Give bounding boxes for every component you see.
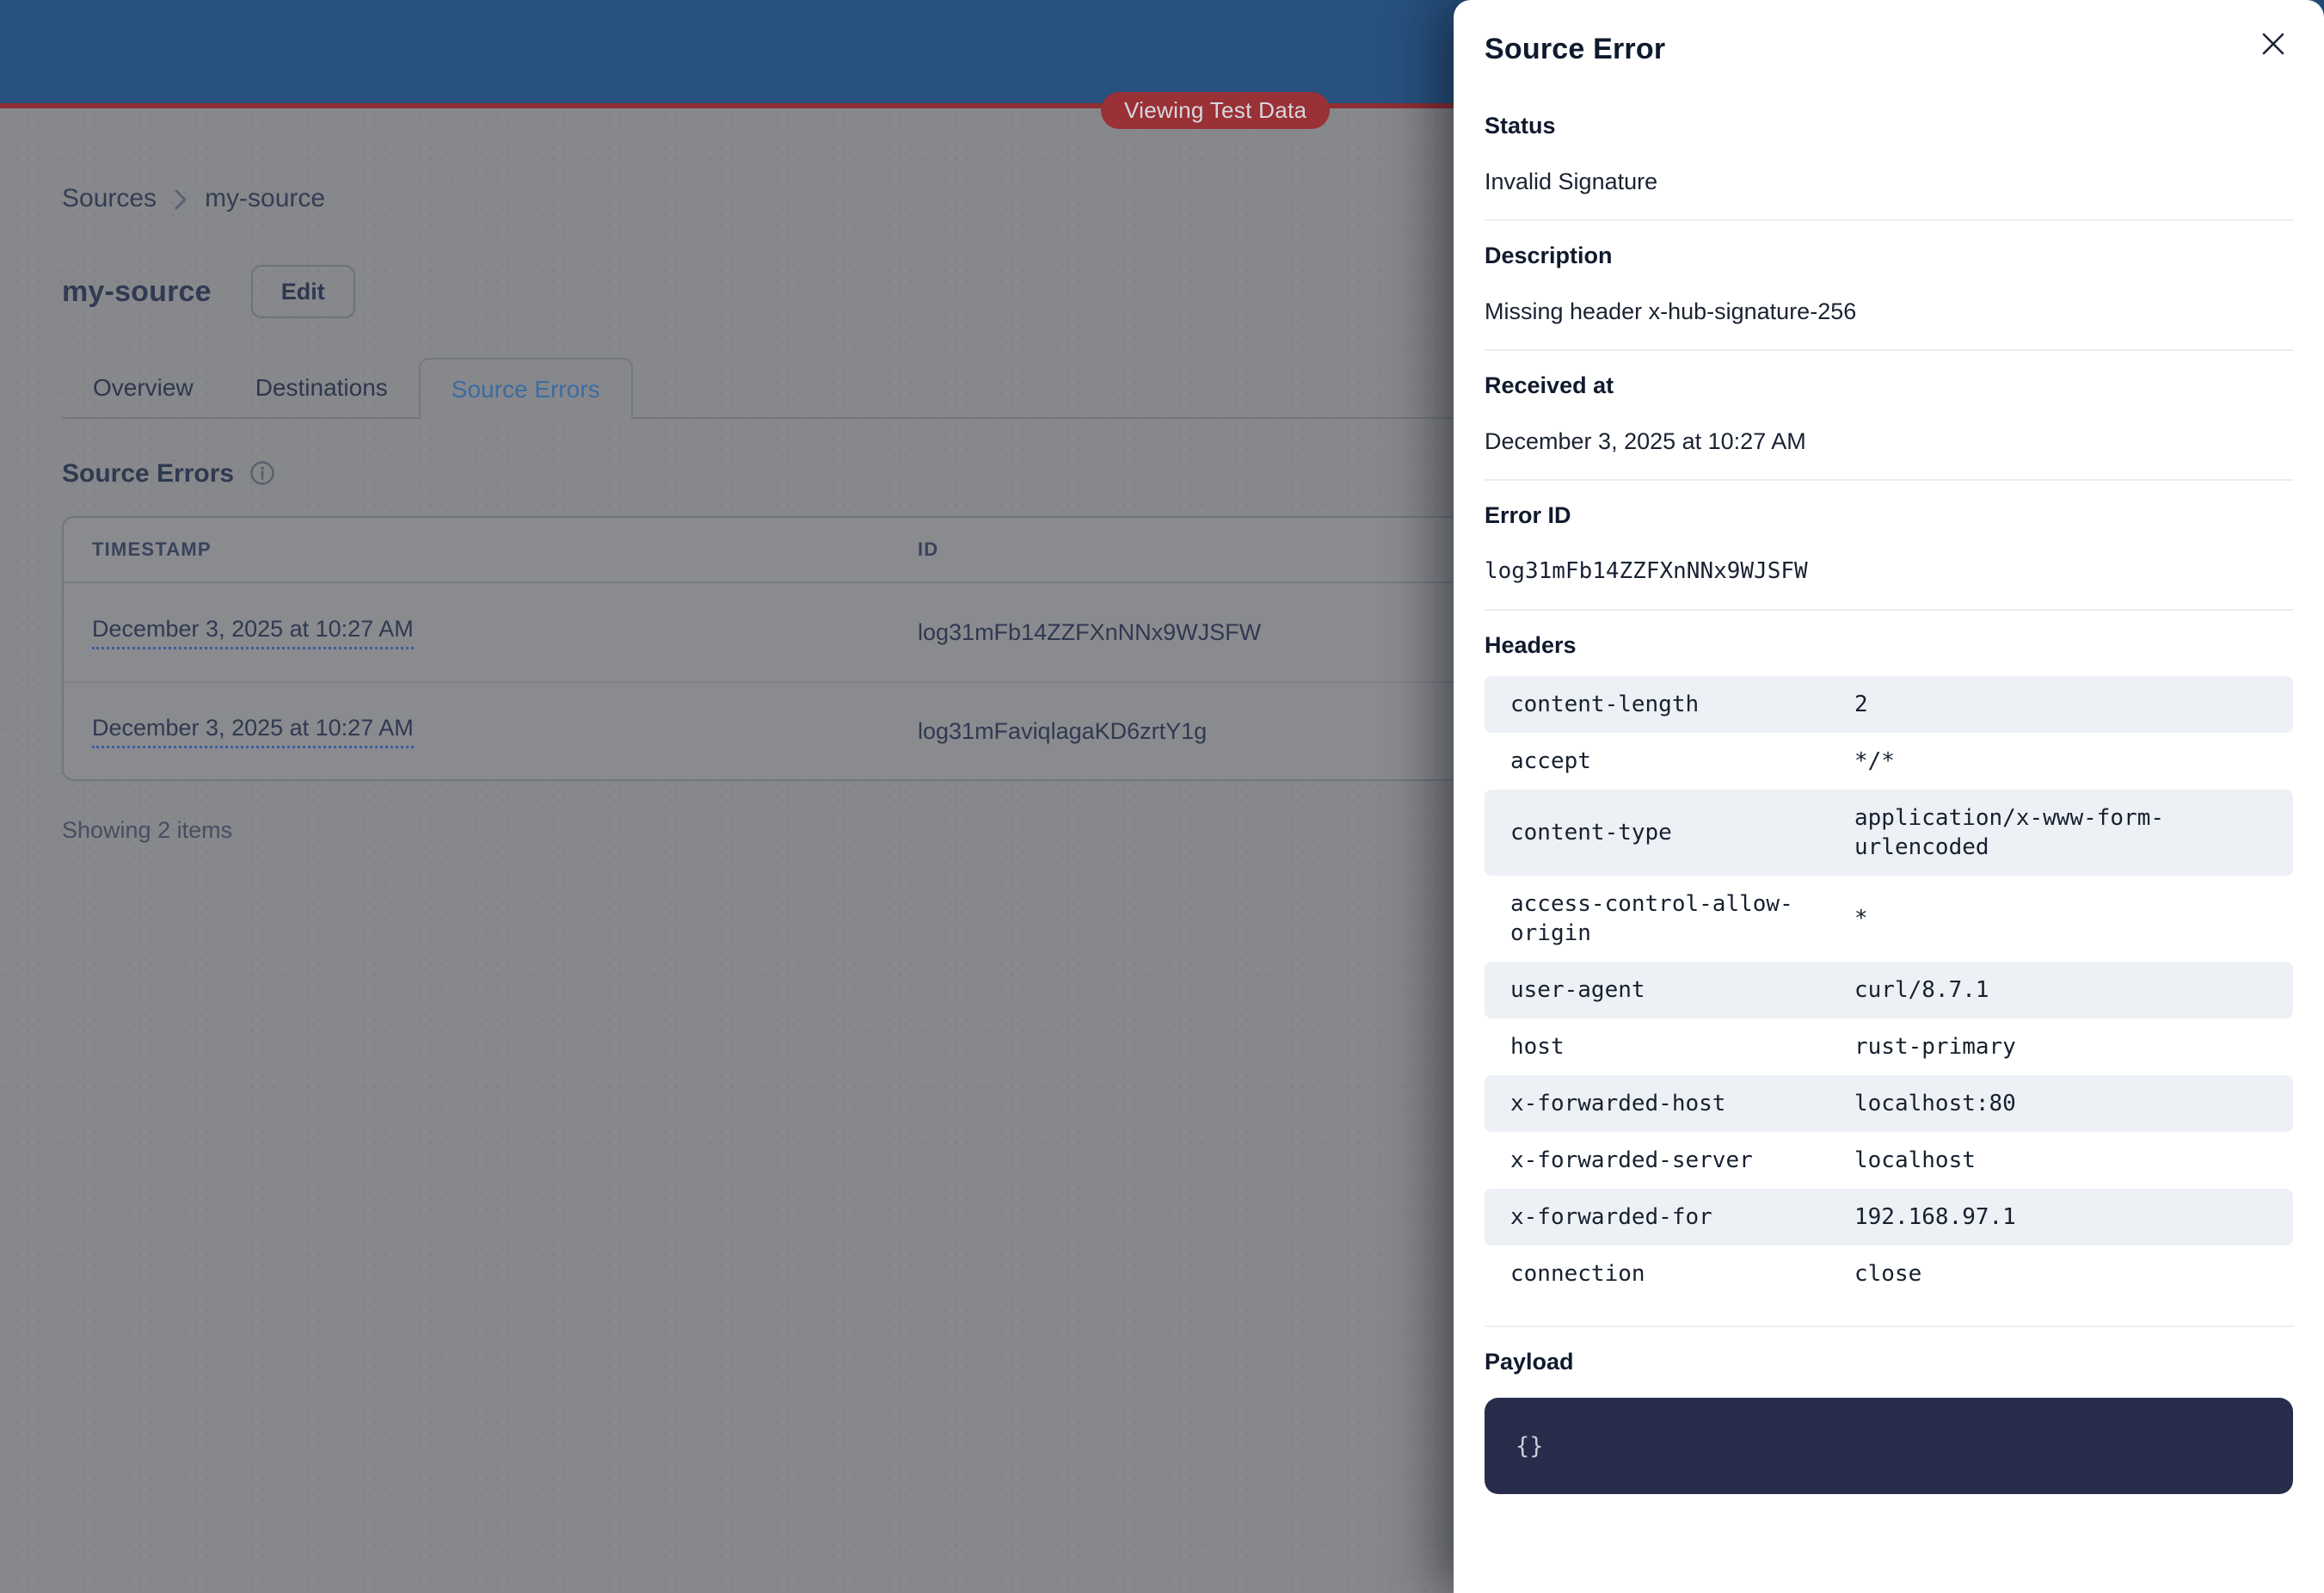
- header-value: curl/8.7.1: [1854, 975, 2267, 1005]
- breadcrumb-current: my-source: [205, 184, 325, 213]
- header-value: */*: [1854, 747, 2267, 776]
- status-value: Invalid Signature: [1485, 167, 2293, 196]
- breadcrumb-separator-icon: [174, 188, 188, 212]
- tab-bar: Overview Destinations Source Errors: [62, 358, 1455, 419]
- headers-label: Headers: [1485, 632, 2293, 659]
- payload-label: Payload: [1485, 1349, 2293, 1375]
- test-data-badge: Viewing Test Data: [1101, 92, 1330, 129]
- payload-value: {}: [1516, 1433, 1544, 1460]
- header-key: host: [1510, 1032, 1854, 1061]
- header-key: connection: [1510, 1259, 1854, 1289]
- description-section: Description Missing header x-hub-signatu…: [1485, 243, 2293, 326]
- header-key: x-forwarded-server: [1510, 1146, 1854, 1175]
- status-section: Status Invalid Signature: [1485, 113, 2293, 196]
- header-value: 2: [1854, 690, 2267, 719]
- received-at-section: Received at December 3, 2025 at 10:27 AM: [1485, 372, 2293, 456]
- header-row: x-forwarded-for 192.168.97.1: [1485, 1189, 2293, 1245]
- error-id-section: Error ID log31mFb14ZZFXnNNx9WJSFW: [1485, 502, 2293, 586]
- header-row: content-length 2: [1485, 676, 2293, 733]
- source-errors-table: TIMESTAMP ID December 3, 2025 at 10:27 A…: [62, 516, 1462, 781]
- header-value: localhost: [1854, 1146, 2267, 1175]
- error-id-label: Error ID: [1485, 502, 2293, 529]
- section-title: Source Errors: [62, 459, 234, 489]
- header-row: host rust-primary: [1485, 1018, 2293, 1075]
- table-header-row: TIMESTAMP ID: [64, 518, 1460, 583]
- column-header-id: ID: [918, 538, 1460, 561]
- divider: [1485, 219, 2293, 221]
- divider: [1485, 479, 2293, 481]
- timestamp-link[interactable]: December 3, 2025 at 10:27 AM: [92, 715, 414, 748]
- header-key: content-length: [1510, 690, 1854, 719]
- header-key: x-forwarded-for: [1510, 1202, 1854, 1232]
- header-key: access-control-allow-origin: [1510, 889, 1854, 948]
- header-row: user-agent curl/8.7.1: [1485, 962, 2293, 1018]
- received-at-value: December 3, 2025 at 10:27 AM: [1485, 427, 2293, 456]
- column-header-timestamp: TIMESTAMP: [92, 538, 918, 561]
- tab-source-errors[interactable]: Source Errors: [419, 358, 633, 419]
- edit-button[interactable]: Edit: [251, 265, 355, 318]
- headers-section: Headers content-length 2 accept */* cont…: [1485, 632, 2293, 1302]
- info-icon[interactable]: [249, 460, 275, 490]
- header-row: x-forwarded-host localhost:80: [1485, 1075, 2293, 1132]
- status-label: Status: [1485, 113, 2293, 139]
- page-title: my-source: [62, 275, 212, 309]
- header-row: content-type application/x-www-form-urle…: [1485, 790, 2293, 876]
- error-id-cell: log31mFaviqlagaKD6zrtY1g: [918, 718, 1460, 745]
- description-value: Missing header x-hub-signature-256: [1485, 297, 2293, 326]
- divider: [1485, 609, 2293, 611]
- received-at-label: Received at: [1485, 372, 2293, 399]
- tab-overview[interactable]: Overview: [62, 358, 224, 417]
- header-row: connection close: [1485, 1245, 2293, 1302]
- header-value: rust-primary: [1854, 1032, 2267, 1061]
- breadcrumb-sources[interactable]: Sources: [62, 184, 157, 213]
- header-value: localhost:80: [1854, 1089, 2267, 1118]
- payload-section: Payload {}: [1485, 1349, 2293, 1494]
- header-row: accept */*: [1485, 733, 2293, 790]
- table-row[interactable]: December 3, 2025 at 10:27 AM log31mFaviq…: [64, 681, 1460, 779]
- divider: [1485, 1325, 2293, 1327]
- header-key: accept: [1510, 747, 1854, 776]
- divider: [1485, 349, 2293, 351]
- table-row[interactable]: December 3, 2025 at 10:27 AM log31mFb14Z…: [64, 583, 1460, 681]
- close-icon: [2260, 31, 2286, 57]
- header-key: x-forwarded-host: [1510, 1089, 1854, 1118]
- header-value: 192.168.97.1: [1854, 1202, 2267, 1232]
- header-row: x-forwarded-server localhost: [1485, 1132, 2293, 1189]
- header-value: close: [1854, 1259, 2267, 1289]
- header-key: user-agent: [1510, 975, 1854, 1005]
- drawer-title: Source Error: [1485, 33, 2293, 66]
- error-id-cell: log31mFb14ZZFXnNNx9WJSFW: [918, 619, 1460, 646]
- description-label: Description: [1485, 243, 2293, 269]
- tab-destinations[interactable]: Destinations: [224, 358, 419, 417]
- header-value: *: [1854, 904, 2267, 933]
- header-row: access-control-allow-origin *: [1485, 876, 2293, 962]
- payload-box: {}: [1485, 1398, 2293, 1494]
- source-error-drawer: Source Error Status Invalid Signature De…: [1454, 0, 2324, 1593]
- header-key: content-type: [1510, 818, 1854, 847]
- headers-table: content-length 2 accept */* content-type…: [1485, 676, 2293, 1302]
- timestamp-link[interactable]: December 3, 2025 at 10:27 AM: [92, 616, 414, 649]
- close-button[interactable]: [2253, 24, 2293, 64]
- error-id-value: log31mFb14ZZFXnNNx9WJSFW: [1485, 557, 2293, 586]
- header-value: application/x-www-form-urlencoded: [1854, 803, 2267, 862]
- app-root: Development Development Viewing Test Dat…: [0, 0, 2324, 1593]
